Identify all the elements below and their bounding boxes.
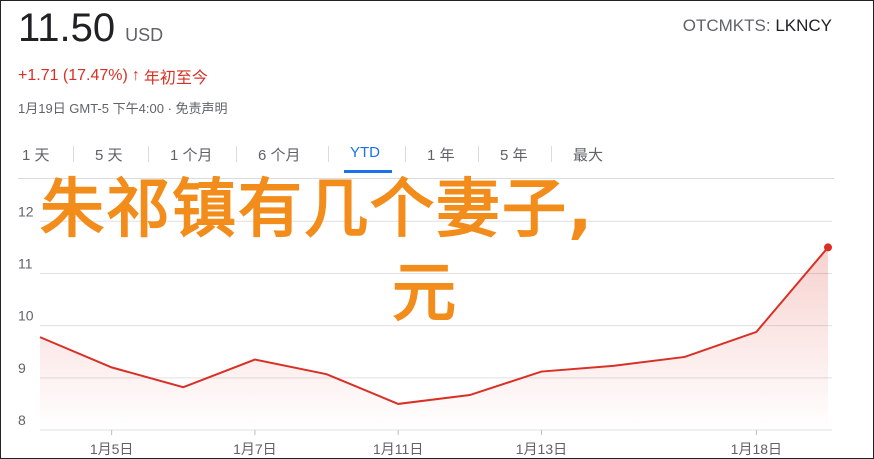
data-point <box>824 243 832 252</box>
y-tick-label: 11 <box>18 255 33 271</box>
y-tick-label: 9 <box>18 360 26 376</box>
x-tick-label: 1月11日 <box>373 441 423 457</box>
y-tick-label: 10 <box>18 308 34 324</box>
x-tick-label: 1月5日 <box>90 441 134 457</box>
x-tick-label: 1月18日 <box>731 441 782 457</box>
x-tick-label: 1月7日 <box>233 441 277 457</box>
y-tick-label: 12 <box>18 203 34 219</box>
overlay-text-line-2: 元 <box>392 257 458 331</box>
y-tick-label: 8 <box>18 412 26 428</box>
overlay-text-line-1: 朱祁镇有几个妻子, <box>40 173 595 247</box>
x-tick-label: 1月13日 <box>516 441 567 457</box>
